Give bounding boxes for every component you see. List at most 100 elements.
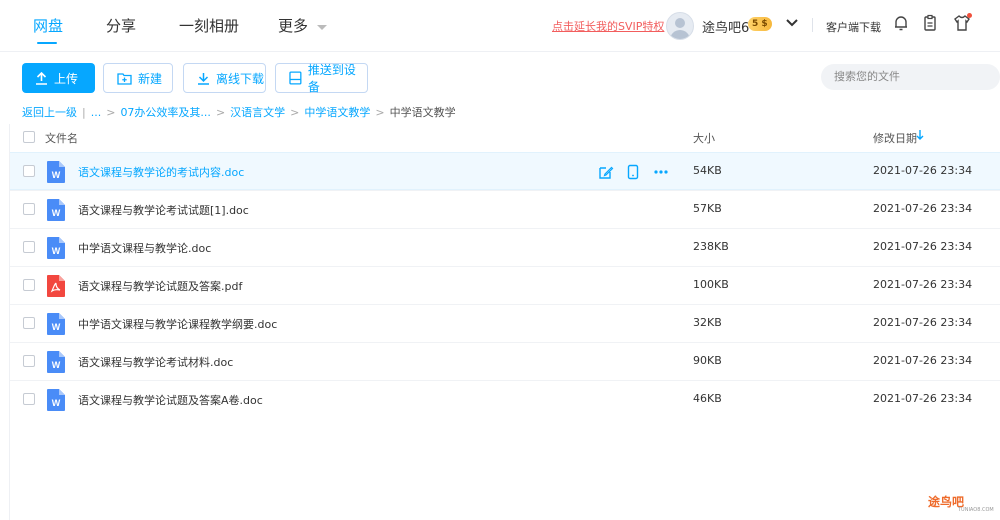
nav-tab-album[interactable]: 一刻相册 bbox=[179, 15, 239, 36]
file-date: 2021-07-26 23:34 bbox=[873, 202, 973, 215]
breadcrumb-separator: > bbox=[215, 106, 226, 119]
row-checkbox[interactable] bbox=[23, 165, 35, 177]
file-name[interactable]: 中学语文课程与教学论.doc bbox=[78, 240, 211, 256]
file-size: 32KB bbox=[693, 316, 722, 329]
row-checkbox[interactable] bbox=[23, 317, 35, 329]
file-date: 2021-07-26 23:34 bbox=[873, 354, 973, 367]
clipboard-icon[interactable] bbox=[921, 14, 939, 32]
svg-text:W: W bbox=[52, 398, 61, 408]
word-file-icon: W bbox=[47, 161, 65, 183]
file-size: 54KB bbox=[693, 164, 722, 177]
file-name[interactable]: 语文课程与教学论考试材料.doc bbox=[78, 354, 233, 370]
upload-icon bbox=[36, 71, 47, 85]
svg-text:W: W bbox=[52, 170, 61, 180]
phone-icon[interactable] bbox=[625, 164, 641, 180]
select-all-checkbox[interactable] bbox=[23, 131, 35, 143]
username[interactable]: 途鸟吧6 bbox=[702, 17, 749, 36]
row-checkbox[interactable] bbox=[23, 241, 35, 253]
breadcrumb-item[interactable]: 中学语文教学 bbox=[304, 106, 370, 119]
more-icon[interactable] bbox=[653, 164, 669, 180]
new-folder-icon bbox=[117, 72, 132, 85]
notification-dot bbox=[967, 13, 972, 18]
file-name[interactable]: 语文课程与教学论考试试题[1].doc bbox=[78, 202, 249, 218]
breadcrumb: 返回上一级 |... >07办公效率及其... > 汉语言文学 > 中学语文教学 > 中学语文教… bbox=[22, 104, 456, 120]
table-header: 文件名 大小 修改日期 bbox=[10, 124, 1000, 152]
file-name[interactable]: 中学语文课程与教学论课程教学纲要.doc bbox=[78, 316, 277, 332]
file-size: 57KB bbox=[693, 202, 722, 215]
file-size: 238KB bbox=[693, 240, 729, 253]
upload-button[interactable]: 上传 bbox=[22, 63, 95, 93]
file-row[interactable]: W 语文课程与教学论的考试内容.doc 54KB 2021-07-26 23:34 bbox=[10, 152, 1000, 190]
upload-label: 上传 bbox=[54, 71, 79, 86]
row-checkbox[interactable] bbox=[23, 203, 35, 215]
file-date: 2021-07-26 23:34 bbox=[873, 164, 973, 177]
column-header-size[interactable]: 大小 bbox=[693, 130, 715, 146]
arrow-down-icon[interactable] bbox=[916, 129, 924, 141]
file-size: 100KB bbox=[693, 278, 729, 291]
new-label: 新建 bbox=[138, 71, 163, 86]
watermark-sub: TUNIAO8.COM bbox=[958, 507, 994, 513]
breadcrumb-current: 中学语文教学 bbox=[389, 106, 456, 119]
offline-download-label: 离线下载 bbox=[216, 71, 265, 86]
svg-text:W: W bbox=[52, 360, 61, 370]
file-name[interactable]: 语文课程与教学论的考试内容.doc bbox=[78, 164, 244, 180]
file-row[interactable]: W 中学语文课程与教学论课程教学纲要.doc 32KB 2021-07-26 23:3… bbox=[10, 304, 1000, 342]
svip-renew-link[interactable]: 点击延长我的SVIP特权 bbox=[552, 18, 664, 34]
file-row[interactable]: W 语文课程与教学论考试试题[1].doc 57KB 2021-07-26 23:34 bbox=[10, 190, 1000, 228]
file-size: 90KB bbox=[693, 354, 722, 367]
nav-tab-netdisk[interactable]: 网盘 bbox=[33, 15, 63, 36]
breadcrumb-separator: > bbox=[290, 106, 300, 119]
nav-tab-more[interactable]: 更多 bbox=[278, 15, 327, 36]
nav-tab-share[interactable]: 分享 bbox=[106, 15, 136, 36]
svg-text:W: W bbox=[52, 322, 61, 332]
divider bbox=[812, 18, 813, 32]
edit-icon[interactable] bbox=[598, 164, 614, 180]
column-header-name[interactable]: 文件名 bbox=[45, 130, 78, 146]
avatar[interactable] bbox=[666, 12, 694, 40]
breadcrumb-separator: > bbox=[375, 106, 385, 119]
file-row[interactable]: W 语文课程与教学论试题及答案A卷.doc 46KB 2021-07-26 23:34 bbox=[10, 380, 1000, 418]
breadcrumb-item[interactable]: 汉语言文学 bbox=[230, 106, 285, 119]
file-row[interactable]: W 语文课程与教学论考试材料.doc 90KB 2021-07-26 23:34 bbox=[10, 342, 1000, 380]
chevron-down-icon[interactable] bbox=[785, 16, 799, 30]
breadcrumb-separator: > bbox=[106, 106, 116, 119]
push-device-button[interactable]: 推送到设备 bbox=[275, 63, 368, 94]
column-header-date[interactable]: 修改日期 bbox=[873, 130, 917, 146]
word-file-icon: W bbox=[47, 237, 65, 259]
breadcrumb-separator: | bbox=[82, 106, 86, 119]
file-row[interactable]: W 中学语文课程与教学论.doc 238KB 2021-07-26 23:34 bbox=[10, 228, 1000, 266]
file-size: 46KB bbox=[693, 392, 722, 405]
row-checkbox[interactable] bbox=[23, 355, 35, 367]
file-date: 2021-07-26 23:34 bbox=[873, 278, 973, 291]
client-download-link[interactable]: 客户端下载 bbox=[826, 19, 881, 35]
row-checkbox[interactable] bbox=[23, 279, 35, 291]
search-input[interactable] bbox=[821, 64, 1000, 90]
word-file-icon: W bbox=[47, 389, 65, 411]
svg-text:W: W bbox=[52, 246, 61, 256]
row-checkbox[interactable] bbox=[23, 393, 35, 405]
file-name[interactable]: 语文课程与教学论试题及答案A卷.doc bbox=[78, 392, 263, 408]
download-icon bbox=[198, 72, 209, 85]
device-icon bbox=[289, 71, 302, 85]
offline-download-button[interactable]: 离线下载 bbox=[183, 63, 266, 93]
pdf-file-icon bbox=[47, 275, 65, 297]
top-bar: 网盘 分享 一刻相册 更多 点击延长我的SVIP特权 途鸟吧6 5 $ 客户端下… bbox=[0, 0, 1000, 52]
caret-down-icon bbox=[316, 25, 327, 30]
file-date: 2021-07-26 23:34 bbox=[873, 240, 973, 253]
word-file-icon: W bbox=[47, 199, 65, 221]
file-row[interactable]: 语文课程与教学论试题及答案.pdf 100KB 2021-07-26 23:34 bbox=[10, 266, 1000, 304]
file-date: 2021-07-26 23:34 bbox=[873, 316, 973, 329]
active-tab-indicator bbox=[37, 42, 57, 44]
file-name[interactable]: 语文课程与教学论试题及答案.pdf bbox=[78, 278, 242, 294]
breadcrumb-item[interactable]: 07办公效率及其... bbox=[120, 106, 211, 119]
new-folder-button[interactable]: 新建 bbox=[103, 63, 173, 93]
nav-tab-more-label: 更多 bbox=[278, 17, 309, 35]
bell-icon[interactable] bbox=[892, 14, 910, 32]
svg-text:W: W bbox=[52, 208, 61, 218]
push-device-label: 推送到设备 bbox=[307, 63, 356, 94]
file-date: 2021-07-26 23:34 bbox=[873, 392, 973, 405]
word-file-icon: W bbox=[47, 313, 65, 335]
breadcrumb-back-link[interactable]: 返回上一级 bbox=[22, 106, 77, 119]
breadcrumb-ellipsis-link[interactable]: ... bbox=[91, 106, 102, 119]
vip-badge: 5 $ bbox=[748, 17, 772, 31]
